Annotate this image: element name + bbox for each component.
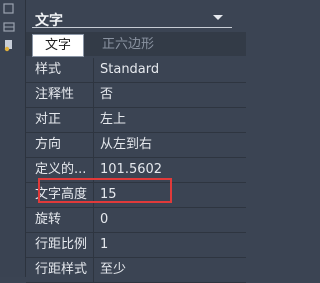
property-row-line-spacing-factor[interactable]: 行距比例 1 xyxy=(26,233,246,258)
property-value[interactable]: 15 xyxy=(100,183,117,207)
property-label: 旋转 xyxy=(26,208,94,232)
tab-hexagon[interactable]: 正六边形 xyxy=(102,34,154,55)
property-label: 方向 xyxy=(26,133,94,157)
header-divider xyxy=(32,27,232,28)
property-row-defined-width[interactable]: 定义的... 101.5602 xyxy=(26,158,246,183)
property-value[interactable]: 0 xyxy=(100,208,108,232)
property-label: 对正 xyxy=(26,108,94,132)
property-value[interactable]: 否 xyxy=(100,83,113,107)
object-tabs: 文字 正六边形 xyxy=(26,32,246,57)
toolbar-icon-1[interactable] xyxy=(2,2,16,16)
property-row-direction[interactable]: 方向 从左到右 xyxy=(26,133,246,158)
property-label: 注释性 xyxy=(26,83,94,107)
property-row-justify[interactable]: 对正 左上 xyxy=(26,108,246,133)
toolbar-icon-2[interactable] xyxy=(2,20,16,34)
property-row-style[interactable]: 样式 Standard xyxy=(26,58,246,83)
property-row-line-spacing-style[interactable]: 行距样式 至少 xyxy=(26,258,246,283)
property-value[interactable]: 至少 xyxy=(100,258,126,282)
property-label: 样式 xyxy=(26,58,94,82)
panel-header: 文字 xyxy=(26,0,246,35)
properties-panel: 文字 文字 正六边形 样式 Standard 注释性 否 对正 左上 方向 从左… xyxy=(26,0,246,283)
property-value[interactable]: 从左到右 xyxy=(100,133,152,157)
chevron-down-icon[interactable] xyxy=(212,14,224,22)
property-label: 定义的... xyxy=(26,158,94,182)
property-label: 行距样式 xyxy=(26,258,94,282)
property-value[interactable]: 左上 xyxy=(100,108,126,132)
property-value[interactable]: Standard xyxy=(100,58,159,82)
tab-text[interactable]: 文字 xyxy=(32,34,84,57)
property-row-rotation[interactable]: 旋转 0 xyxy=(26,208,246,233)
property-label: 行距比例 xyxy=(26,233,94,257)
property-list: 样式 Standard 注释性 否 对正 左上 方向 从左到右 定义的... 1… xyxy=(26,58,246,283)
property-value[interactable]: 1 xyxy=(100,233,108,257)
toolbar-icon-3[interactable] xyxy=(2,38,16,52)
property-value[interactable]: 101.5602 xyxy=(100,158,162,182)
property-row-text-height[interactable]: 文字高度 15 xyxy=(26,183,246,208)
property-label: 文字高度 xyxy=(26,183,94,207)
left-toolbar-strip xyxy=(0,0,26,277)
property-row-annotative[interactable]: 注释性 否 xyxy=(26,83,246,108)
